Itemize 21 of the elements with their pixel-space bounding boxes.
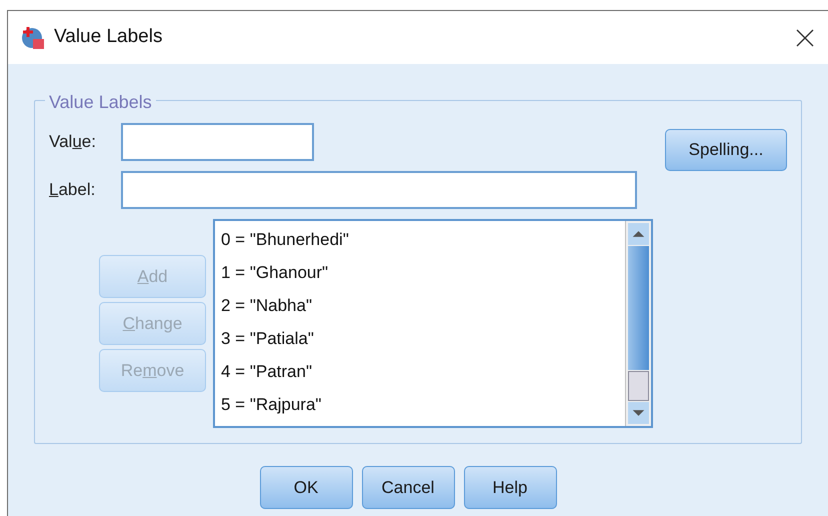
scroll-up-icon[interactable]	[628, 223, 649, 245]
list-item[interactable]: 4 = "Patran"	[221, 355, 625, 388]
list-item[interactable]: 2 = "Nabha"	[221, 289, 625, 322]
list-item[interactable]: 5 = "Rajpura"	[221, 388, 625, 421]
spelling-button[interactable]: Spelling...	[665, 129, 787, 171]
dialog-button[interactable]: Cancel	[362, 466, 454, 509]
app-icon	[20, 24, 46, 50]
dialog-button[interactable]: Help	[464, 466, 556, 509]
field-label: Value:	[49, 131, 97, 154]
scrollbar[interactable]	[625, 221, 651, 426]
list-item[interactable]: 0 = "Bhunerhedi"	[221, 223, 625, 256]
close-icon[interactable]	[796, 28, 814, 46]
field-label: Label:	[49, 179, 96, 202]
scroll-down-icon[interactable]	[628, 402, 649, 424]
dialog-button[interactable]: OK	[260, 466, 352, 509]
list-item[interactable]: 1 = "Ghanour"	[221, 256, 625, 289]
window-title: Value Labels	[54, 25, 162, 50]
list-item[interactable]: 3 = "Patiala"	[221, 322, 625, 355]
scroll-thumb[interactable]	[628, 371, 649, 401]
label-field[interactable]	[121, 171, 637, 209]
value-field[interactable]	[121, 123, 314, 161]
